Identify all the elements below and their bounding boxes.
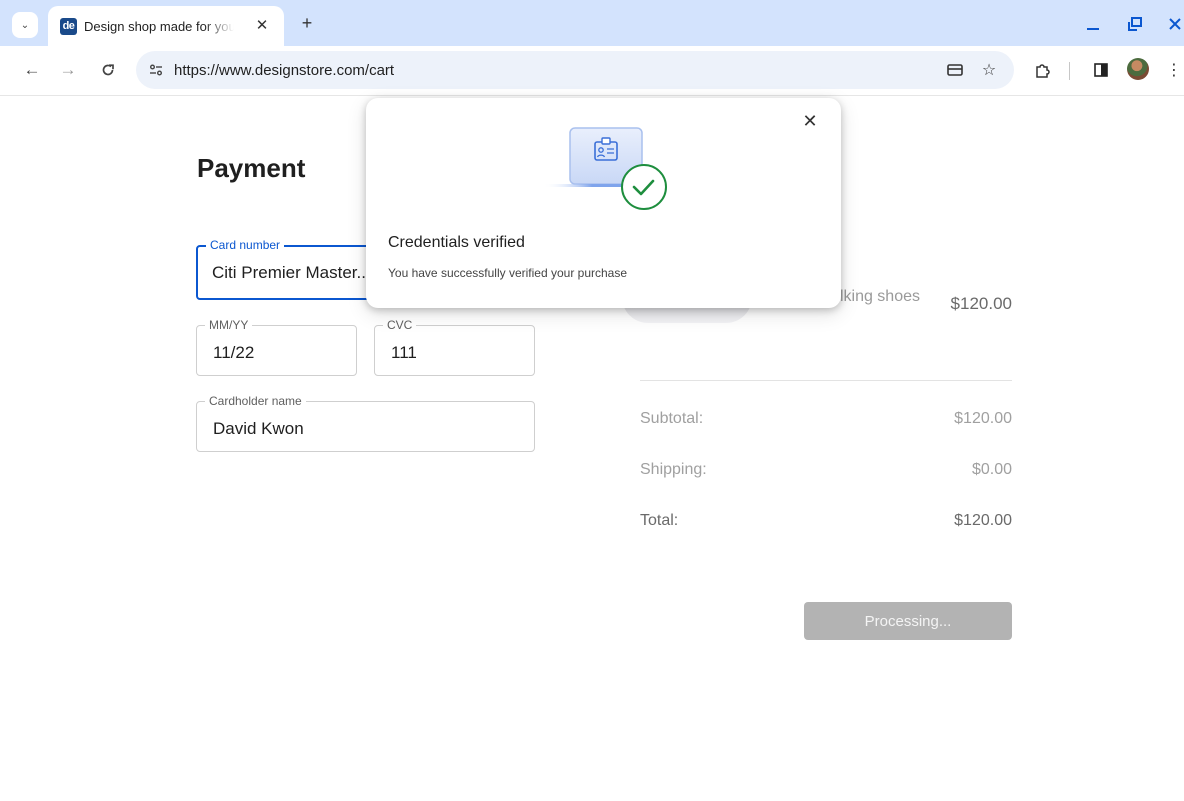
tab-title: Design shop made for you bbox=[84, 18, 234, 34]
reload-icon[interactable] bbox=[96, 58, 120, 82]
expiry-field[interactable]: MM/YY 11/22 bbox=[196, 318, 357, 376]
address-bar[interactable]: https://www.designstore.com/cart ☆ bbox=[136, 51, 1014, 89]
total-value: $120.00 bbox=[954, 512, 1012, 529]
expiry-label: MM/YY bbox=[205, 318, 253, 332]
shipping-value: $0.00 bbox=[971, 461, 1012, 478]
page-title: Payment bbox=[197, 153, 306, 183]
back-arrow-icon[interactable]: ← bbox=[20, 58, 44, 82]
card-save-icon[interactable] bbox=[944, 59, 966, 81]
browser-toolbar: ← → https://www.designstore.com/cart ☆ ⋮ bbox=[0, 46, 1184, 96]
laptop-verified-icon bbox=[543, 127, 667, 210]
bookmark-star-icon[interactable]: ☆ bbox=[978, 59, 1000, 81]
close-window-icon[interactable] bbox=[1162, 12, 1184, 36]
processing-button[interactable]: Processing... bbox=[804, 602, 1012, 640]
side-panel-icon[interactable] bbox=[1089, 58, 1113, 82]
tab-search-chevron-icon[interactable]: ⌄ bbox=[12, 12, 38, 38]
tab-close-icon[interactable]: ✕ bbox=[252, 15, 272, 35]
card-number-field[interactable]: Card number Citi Premier Master... bbox=[196, 238, 382, 300]
cvc-value[interactable]: 111 bbox=[391, 343, 417, 363]
cvc-field[interactable]: CVC 111 bbox=[374, 318, 535, 376]
summary-divider bbox=[640, 380, 1012, 381]
subtotal-label: Subtotal: bbox=[640, 410, 704, 427]
cardholder-name-label: Cardholder name bbox=[205, 394, 306, 408]
url-text[interactable]: https://www.designstore.com/cart bbox=[174, 62, 394, 79]
minimize-icon[interactable] bbox=[1080, 12, 1106, 36]
total-label: Total: bbox=[640, 512, 679, 529]
cardholder-name-field[interactable]: Cardholder name David Kwon bbox=[196, 394, 535, 452]
extensions-puzzle-icon[interactable] bbox=[1031, 58, 1055, 82]
card-number-value[interactable]: Citi Premier Master... bbox=[212, 263, 371, 283]
credentials-verified-dialog: ✕ Credentials verified You have successf… bbox=[366, 98, 841, 308]
tab-strip: ⌄ de Design shop made for you ✕ + bbox=[0, 0, 1184, 46]
site-info-tune-icon[interactable] bbox=[146, 60, 166, 80]
toolbar-divider bbox=[1069, 62, 1070, 80]
cvc-label: CVC bbox=[383, 318, 417, 332]
card-number-label: Card number bbox=[206, 238, 285, 252]
new-tab-icon[interactable]: + bbox=[296, 12, 318, 34]
browser-tab-active[interactable]: de Design shop made for you ✕ bbox=[48, 6, 284, 46]
dialog-description: You have successfully verified your purc… bbox=[388, 266, 628, 280]
expiry-value[interactable]: 11/22 bbox=[213, 343, 254, 363]
restore-icon[interactable] bbox=[1122, 12, 1148, 36]
profile-avatar[interactable] bbox=[1127, 58, 1149, 80]
dialog-title: Credentials verified bbox=[388, 234, 525, 251]
forward-arrow-icon[interactable]: → bbox=[56, 58, 80, 82]
cardholder-name-value[interactable]: David Kwon bbox=[213, 419, 304, 439]
more-menu-icon[interactable]: ⋮ bbox=[1162, 58, 1184, 82]
product-price: $120.00 bbox=[950, 294, 1012, 313]
site-favicon-icon: de bbox=[60, 17, 77, 35]
shipping-label: Shipping: bbox=[640, 461, 707, 478]
subtotal-value: $120.00 bbox=[954, 410, 1012, 427]
dialog-close-icon[interactable]: ✕ bbox=[799, 110, 821, 132]
